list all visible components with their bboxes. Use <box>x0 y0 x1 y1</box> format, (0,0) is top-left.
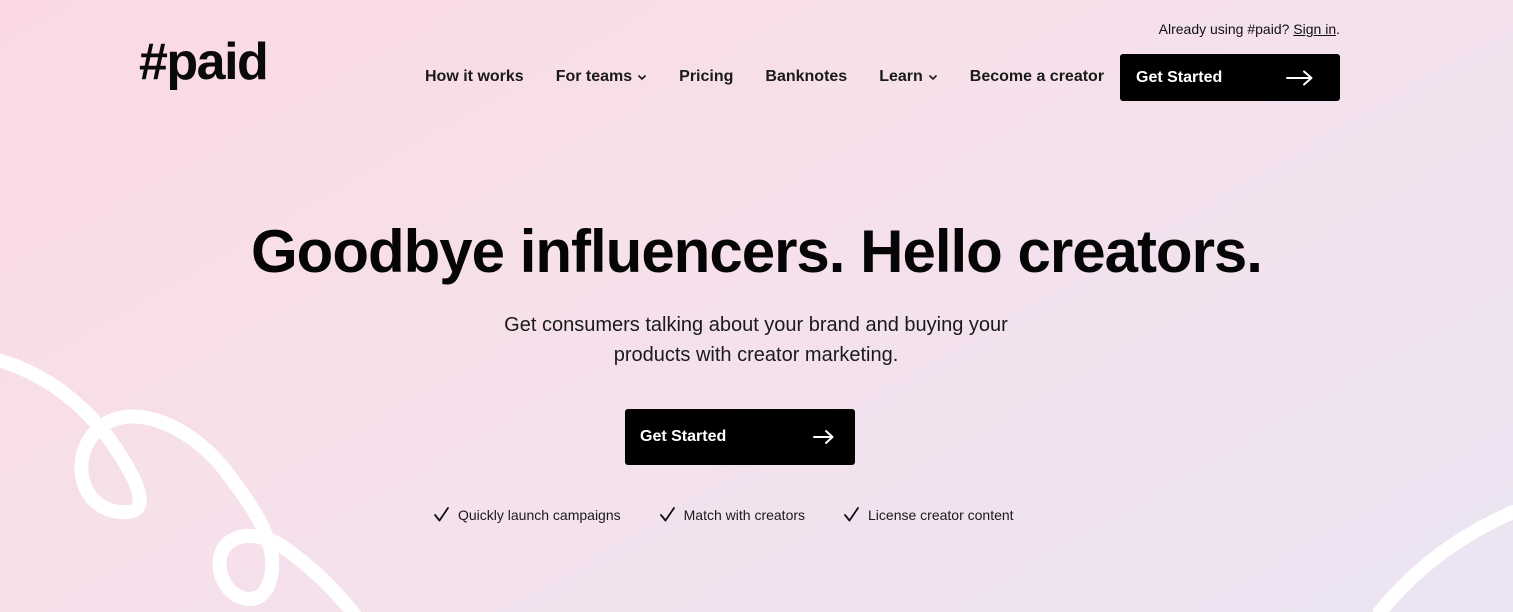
nav-item-banknotes[interactable]: Banknotes <box>765 68 847 86</box>
signin-suffix: . <box>1336 21 1340 37</box>
feature-list: Quickly launch campaigns Match with crea… <box>433 506 1014 523</box>
hero-title: Goodbye influencers. Hello creators. <box>251 218 1263 285</box>
hero-subtitle: Get consumers talking about your brand a… <box>456 310 1056 370</box>
feature-label: Quickly launch campaigns <box>458 506 621 523</box>
arrow-right-icon <box>1286 70 1313 85</box>
chevron-down-icon <box>928 74 937 81</box>
feature-item: License creator content <box>843 506 1014 523</box>
chevron-down-icon <box>638 74 647 81</box>
hero-subtitle-line: Get consumers talking about your brand a… <box>504 314 1008 336</box>
nav-item-label: Pricing <box>679 68 734 85</box>
arrow-right-icon <box>813 430 834 444</box>
feature-label: License creator content <box>868 506 1014 523</box>
feature-label: Match with creators <box>683 506 806 523</box>
nav-item-pricing[interactable]: Pricing <box>679 68 733 86</box>
logo[interactable]: #paid <box>139 36 269 88</box>
header-get-started-button[interactable]: Get Started <box>1120 54 1340 101</box>
get-started-label: Get Started <box>640 428 727 445</box>
hero-subtitle-line: products with creator marketing. <box>613 344 899 366</box>
feature-item: Match with creators <box>659 506 805 523</box>
checkmark-icon <box>434 507 449 522</box>
nav-item-label: For teams <box>555 68 633 85</box>
nav-item-label: Banknotes <box>765 68 848 85</box>
nav-item-for-teams[interactable]: For teams <box>556 68 647 86</box>
nav-item-label: How it works <box>425 68 524 85</box>
signin-prefix: Already using #paid? <box>1158 21 1294 37</box>
nav-item-learn[interactable]: Learn <box>879 68 938 86</box>
checkmark-icon <box>659 507 675 522</box>
checkmark-icon <box>844 507 859 522</box>
get-started-label: Get Started <box>1136 68 1223 86</box>
nav-item-how-it-works[interactable]: How it works <box>425 68 524 86</box>
signin-prompt: Already using #paid? Sign in. <box>1159 21 1340 37</box>
signin-link[interactable]: Sign in <box>1293 21 1336 37</box>
nav-item-become-a-creator[interactable]: Become a creator <box>970 68 1104 86</box>
nav-item-label: Learn <box>879 68 923 85</box>
feature-item: Quickly launch campaigns <box>433 506 621 523</box>
nav-item-label: Become a creator <box>969 68 1105 85</box>
hero-get-started-button[interactable]: Get Started <box>625 409 855 465</box>
main-nav: How it works For teams Pricing Banknotes… <box>425 66 1104 88</box>
